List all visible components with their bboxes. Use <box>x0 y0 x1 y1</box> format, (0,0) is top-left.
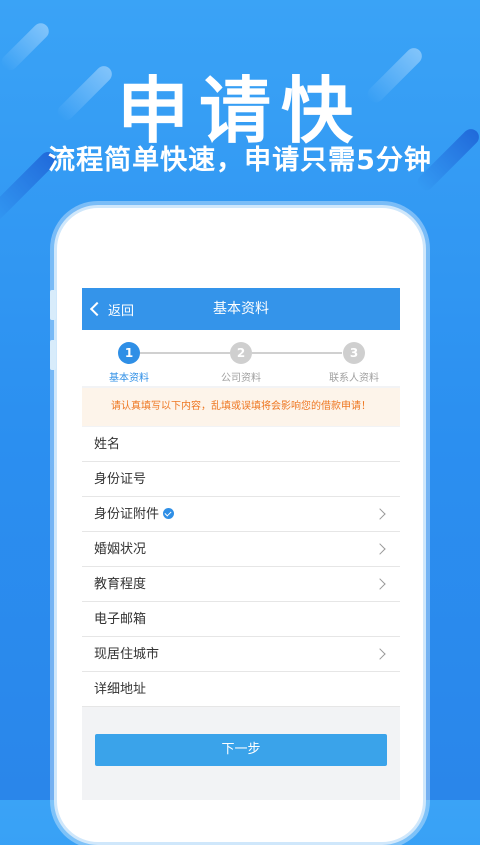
verified-check-icon <box>163 508 175 519</box>
basic-info-form: 姓名 身份证号 身份证附件 婚姻状况 教育程度 电子邮箱 现居住城市 详细地址 <box>82 427 400 707</box>
step-3: 3 联系人资料 <box>309 342 399 384</box>
step-label: 联系人资料 <box>329 373 379 384</box>
form-row-marital-status[interactable]: 婚姻状况 <box>82 532 400 567</box>
form-row-city[interactable]: 现居住城市 <box>82 637 400 672</box>
step-label: 基本资料 <box>109 373 149 384</box>
next-button[interactable]: 下一步 <box>95 734 387 766</box>
form-row-id-number[interactable]: 身份证号 <box>82 462 400 497</box>
row-label: 婚姻状况 <box>94 542 147 557</box>
step-2: 2 公司资料 <box>196 342 286 384</box>
banner-subline: 流程简单快速，申请只需5分钟 <box>48 145 432 176</box>
row-label: 现居住城市 <box>94 647 160 662</box>
row-label: 身份证附件 <box>94 497 175 532</box>
step-number: 1 <box>118 342 140 364</box>
form-row-education[interactable]: 教育程度 <box>82 567 400 602</box>
step-number: 3 <box>343 342 365 364</box>
form-row-id-attachment[interactable]: 身份证附件 <box>82 497 400 532</box>
app-screen: 返回 基本资料 1 基本资料 2 公司资料 3 联系人资料 请认真填写以下内容，… <box>82 288 400 800</box>
row-label: 姓名 <box>94 437 121 452</box>
chevron-right-icon <box>374 508 386 520</box>
chevron-right-icon <box>374 578 386 590</box>
phone-side-button <box>50 340 56 370</box>
row-label: 身份证号 <box>94 472 147 487</box>
step-number: 2 <box>230 342 252 364</box>
warning-notice: 请认真填写以下内容，乱填或误填将会影响您的借款申请！ <box>82 388 400 426</box>
chevron-right-icon <box>374 648 386 660</box>
phone-side-button <box>50 290 56 320</box>
navbar: 返回 基本资料 <box>82 288 400 330</box>
row-label: 电子邮箱 <box>94 612 147 627</box>
row-label: 详细地址 <box>94 682 147 697</box>
row-label: 教育程度 <box>94 577 147 592</box>
step-indicator: 1 基本资料 2 公司资料 3 联系人资料 <box>82 330 400 386</box>
step-1: 1 基本资料 <box>84 342 174 384</box>
page-title: 基本资料 <box>213 301 269 317</box>
step-label: 公司资料 <box>221 373 261 384</box>
form-row-name[interactable]: 姓名 <box>82 427 400 462</box>
chevron-right-icon <box>374 543 386 555</box>
form-row-email[interactable]: 电子邮箱 <box>82 602 400 637</box>
form-row-address[interactable]: 详细地址 <box>82 672 400 707</box>
